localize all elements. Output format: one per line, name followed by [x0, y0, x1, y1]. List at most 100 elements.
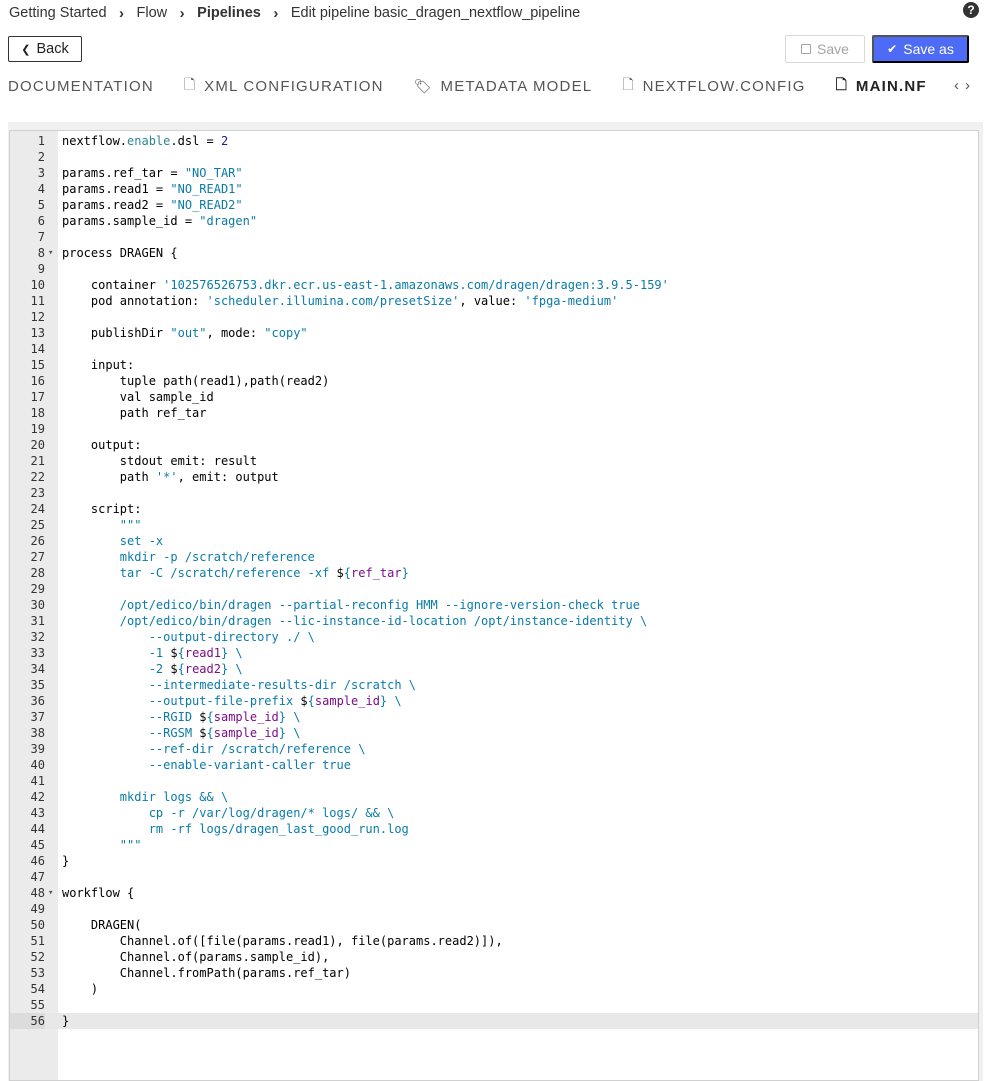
- line-number: 45: [30, 838, 45, 852]
- code-line[interactable]: 34 -2 ${read2} \: [10, 661, 978, 677]
- fold-toggle-icon[interactable]: ▾: [48, 245, 56, 261]
- code-line[interactable]: 29: [10, 581, 978, 597]
- line-number: 49: [30, 902, 45, 916]
- code-token: Channel.of([file(params.read1), file(par…: [62, 934, 503, 948]
- code-token: {: [177, 662, 185, 676]
- tab-nextflow-config[interactable]: 🗋 NEXTFLOW.CONFIG: [622, 74, 805, 98]
- code-line[interactable]: 15 input:: [10, 357, 978, 373]
- code-line[interactable]: 44 rm -rf logs/dragen_last_good_run.log: [10, 821, 978, 837]
- code-line[interactable]: 12: [10, 309, 978, 325]
- code-line[interactable]: 36 --output-file-prefix ${sample_id} \: [10, 693, 978, 709]
- code-token: --enable-variant-caller true: [62, 758, 351, 772]
- code-token: --intermediate-results-dir /scratch \: [62, 678, 417, 692]
- chevron-right-icon: ›: [179, 4, 185, 22]
- code-line[interactable]: 51 Channel.of([file(params.read1), file(…: [10, 933, 978, 949]
- code-line[interactable]: 49: [10, 901, 978, 917]
- code-line[interactable]: 41: [10, 773, 978, 789]
- code-token: workflow {: [62, 886, 135, 900]
- code-line[interactable]: 50 DRAGEN(: [10, 917, 978, 933]
- code-token: Channel.fromPath(params.ref_tar): [62, 966, 351, 980]
- code-line[interactable]: 8 ▾ process DRAGEN {: [10, 245, 978, 261]
- code-line[interactable]: 43 cp -r /var/log/dragen/* logs/ && \: [10, 805, 978, 821]
- code-line[interactable]: 32 --output-directory ./ \: [10, 629, 978, 645]
- code-line[interactable]: 47: [10, 869, 978, 885]
- code-line[interactable]: 27 mkdir -p /scratch/reference: [10, 549, 978, 565]
- code-line[interactable]: 20 output:: [10, 437, 978, 453]
- code-line[interactable]: 5 params.read2 = "NO_READ2": [10, 197, 978, 213]
- line-number: 11: [30, 294, 45, 308]
- code-line[interactable]: 45 """: [10, 837, 978, 853]
- code-line[interactable]: 4 params.read1 = "NO_READ1": [10, 181, 978, 197]
- code-line[interactable]: 7: [10, 229, 978, 245]
- code-line[interactable]: 22 path '*', emit: output: [10, 469, 978, 485]
- code-line[interactable]: 10 container '102576526753.dkr.ecr.us-ea…: [10, 277, 978, 293]
- code-line[interactable]: 16 tuple path(read1),path(read2): [10, 373, 978, 389]
- line-number: 46: [30, 854, 45, 868]
- tab-main-nf[interactable]: 🗋 MAIN.NF: [836, 74, 927, 98]
- code-token: $: [170, 662, 178, 676]
- code-line[interactable]: 18 path ref_tar: [10, 405, 978, 421]
- code-token: "copy": [264, 326, 308, 340]
- code-line[interactable]: 19: [10, 421, 978, 437]
- line-number: 29: [30, 582, 45, 596]
- code-line[interactable]: 39 --ref-dir /scratch/reference \: [10, 741, 978, 757]
- code-token: 2: [220, 134, 229, 148]
- code-line[interactable]: 14: [10, 341, 978, 357]
- code-line[interactable]: 56}: [10, 1013, 978, 1029]
- code-line[interactable]: 17 val sample_id: [10, 389, 978, 405]
- code-line[interactable]: 55: [10, 997, 978, 1013]
- code-line[interactable]: 52 Channel.of(params.sample_id),: [10, 949, 978, 965]
- code-token: } \: [379, 694, 402, 708]
- code-line[interactable]: 28 tar -C /scratch/reference -xf ${ref_t…: [10, 565, 978, 581]
- code-line[interactable]: 42 mkdir logs && \: [10, 789, 978, 805]
- chevron-left-icon[interactable]: ‹: [954, 77, 959, 94]
- code-token: $: [300, 694, 308, 708]
- tab-label: DOCUMENTATION: [8, 77, 154, 95]
- breadcrumb-item[interactable]: Getting Started: [9, 5, 107, 21]
- code-content[interactable]: 1 nextflow.enable.dsl = 2 2 3 params.ref_tar…: [10, 133, 978, 1029]
- line-text: --ref-dir /scratch/reference \: [62, 741, 366, 757]
- code-line[interactable]: 26 set -x: [10, 533, 978, 549]
- code-line[interactable]: 1 nextflow.enable.dsl = 2: [10, 133, 978, 149]
- code-line[interactable]: 35 --intermediate-results-dir /scratch \: [10, 677, 978, 693]
- code-line[interactable]: 25 """: [10, 517, 978, 533]
- code-line[interactable]: 11 pod annotation: 'scheduler.illumina.c…: [10, 293, 978, 309]
- line-text: tar -C /scratch/reference -xf ${ref_tar}: [62, 565, 409, 581]
- code-line[interactable]: 54 ): [10, 981, 978, 997]
- code-line[interactable]: 31 /opt/edico/bin/dragen --lic-instance-…: [10, 613, 978, 629]
- line-number: 35: [30, 678, 45, 692]
- code-token: } \: [220, 662, 243, 676]
- code-editor[interactable]: 1 nextflow.enable.dsl = 2 2 3 params.ref_tar…: [9, 130, 979, 1081]
- code-line[interactable]: 38 --RGSM ${sample_id} \: [10, 725, 978, 741]
- question-circle-icon[interactable]: ?: [963, 2, 979, 18]
- back-button[interactable]: ❮ Back: [8, 36, 82, 62]
- tab-documentation[interactable]: DOCUMENTATION: [8, 78, 154, 95]
- code-line[interactable]: 23: [10, 485, 978, 501]
- code-token: --ref-dir /scratch/reference \: [62, 742, 366, 756]
- code-line[interactable]: 46}: [10, 853, 978, 869]
- code-line[interactable]: 3 params.ref_tar = "NO_TAR": [10, 165, 978, 181]
- chevron-right-icon[interactable]: ›: [965, 77, 970, 94]
- code-line[interactable]: 6 params.sample_id = "dragen": [10, 213, 978, 229]
- code-line[interactable]: 21 stdout emit: result: [10, 453, 978, 469]
- breadcrumb-item[interactable]: Flow: [137, 5, 168, 21]
- tab-xml-configuration[interactable]: 🗋 XML CONFIGURATION: [184, 74, 384, 98]
- tab-metadata-model[interactable]: 🏷 METADATA MODEL: [414, 78, 593, 95]
- code-line[interactable]: 30 /opt/edico/bin/dragen --partial-recon…: [10, 597, 978, 613]
- line-number: 32: [30, 630, 45, 644]
- code-token: script:: [62, 502, 142, 516]
- save-button[interactable]: Save: [785, 35, 865, 63]
- code-line[interactable]: 40 --enable-variant-caller true: [10, 757, 978, 773]
- line-text: mkdir -p /scratch/reference: [62, 549, 315, 565]
- save-as-button[interactable]: ✔ Save as: [872, 35, 969, 63]
- code-line[interactable]: 13 publishDir "out", mode: "copy": [10, 325, 978, 341]
- code-line[interactable]: 24 script:: [10, 501, 978, 517]
- fold-toggle-icon[interactable]: ▾: [48, 885, 56, 901]
- code-line[interactable]: 33 -1 ${read1} \: [10, 645, 978, 661]
- code-line[interactable]: 48 ▾ workflow {: [10, 885, 978, 901]
- code-line[interactable]: 9: [10, 261, 978, 277]
- code-line[interactable]: 2: [10, 149, 978, 165]
- breadcrumb-item[interactable]: Pipelines: [197, 5, 261, 21]
- code-line[interactable]: 37 --RGID ${sample_id} \: [10, 709, 978, 725]
- code-line[interactable]: 53 Channel.fromPath(params.ref_tar): [10, 965, 978, 981]
